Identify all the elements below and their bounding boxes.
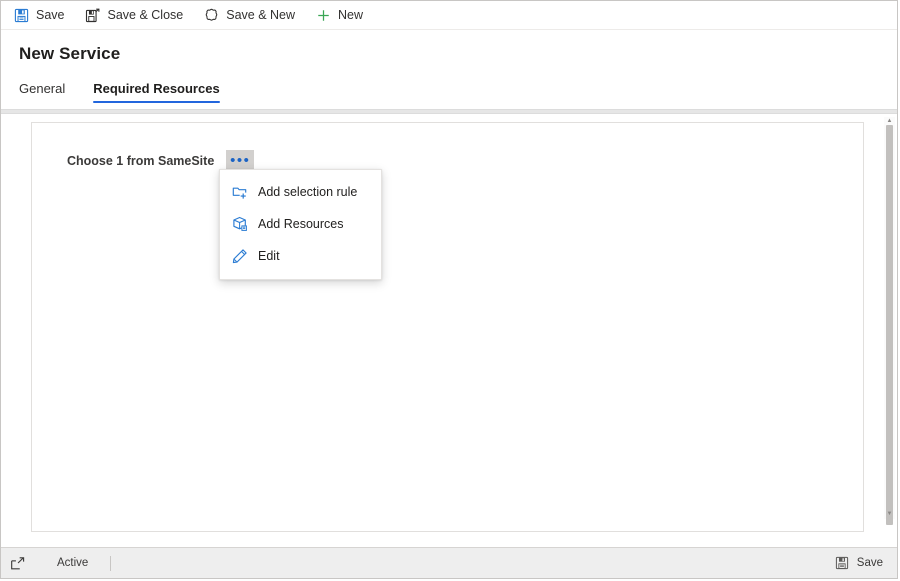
- save-and-new-button[interactable]: Save & New: [199, 2, 305, 28]
- save-close-icon: [85, 7, 101, 23]
- menu-item-add-selection-rule[interactable]: Add selection rule: [220, 176, 381, 208]
- edit-pencil-icon: [231, 248, 248, 265]
- menu-item-edit-label: Edit: [258, 249, 280, 263]
- form-header: New Service General Required Resources: [1, 30, 897, 103]
- resource-selection-row: Choose 1 from SameSite •••: [32, 123, 863, 172]
- menu-item-add-resources[interactable]: Add Resources: [220, 208, 381, 240]
- context-menu: Add selection rule Add Resources Edit: [219, 169, 382, 280]
- tab-general[interactable]: General: [19, 81, 71, 103]
- command-bar: Save Save & Close Save & New New: [1, 1, 897, 30]
- save-and-close-button-label: Save & Close: [107, 8, 184, 22]
- menu-item-add-resources-label: Add Resources: [258, 217, 344, 231]
- resource-selection-label: Choose 1 from SameSite: [67, 154, 215, 168]
- save-button-label: Save: [36, 8, 65, 22]
- menu-item-add-selection-rule-label: Add selection rule: [258, 185, 358, 199]
- status-save-label: Save: [856, 557, 883, 569]
- ellipsis-icon: •••: [230, 152, 251, 169]
- scrollbar-thumb[interactable]: [886, 125, 893, 525]
- status-separator: [110, 555, 112, 571]
- form-body: Choose 1 from SameSite ••• Add selection…: [1, 114, 897, 547]
- save-and-close-button[interactable]: Save & Close: [81, 2, 194, 28]
- popout-expand-icon[interactable]: [9, 555, 25, 571]
- status-text: Active: [57, 557, 89, 569]
- save-new-icon: [203, 7, 219, 23]
- menu-item-edit[interactable]: Edit: [220, 240, 381, 272]
- vertical-scrollbar[interactable]: ▲ ▼: [884, 117, 895, 525]
- status-bar: Active Save: [1, 547, 897, 578]
- plus-icon: [315, 7, 331, 23]
- add-selection-rule-icon: [231, 184, 248, 201]
- tab-bar: General Required Resources: [19, 77, 897, 103]
- add-resources-box-icon: [231, 216, 248, 233]
- tab-required-resources[interactable]: Required Resources: [93, 81, 225, 103]
- new-button-label: New: [338, 8, 364, 22]
- save-button[interactable]: Save: [9, 2, 75, 28]
- save-and-new-button-label: Save & New: [226, 8, 296, 22]
- save-floppy-gray-icon: [834, 555, 850, 571]
- save-floppy-icon: [13, 7, 29, 23]
- form-window: Save Save & Close Save & New New New Ser…: [0, 0, 898, 579]
- scroll-down-arrow-icon[interactable]: ▼: [884, 510, 895, 519]
- page-title: New Service: [19, 44, 121, 63]
- new-button[interactable]: New: [311, 2, 373, 28]
- required-resources-panel: Choose 1 from SameSite ••• Add selection…: [31, 122, 864, 532]
- status-save-button[interactable]: Save: [830, 553, 887, 573]
